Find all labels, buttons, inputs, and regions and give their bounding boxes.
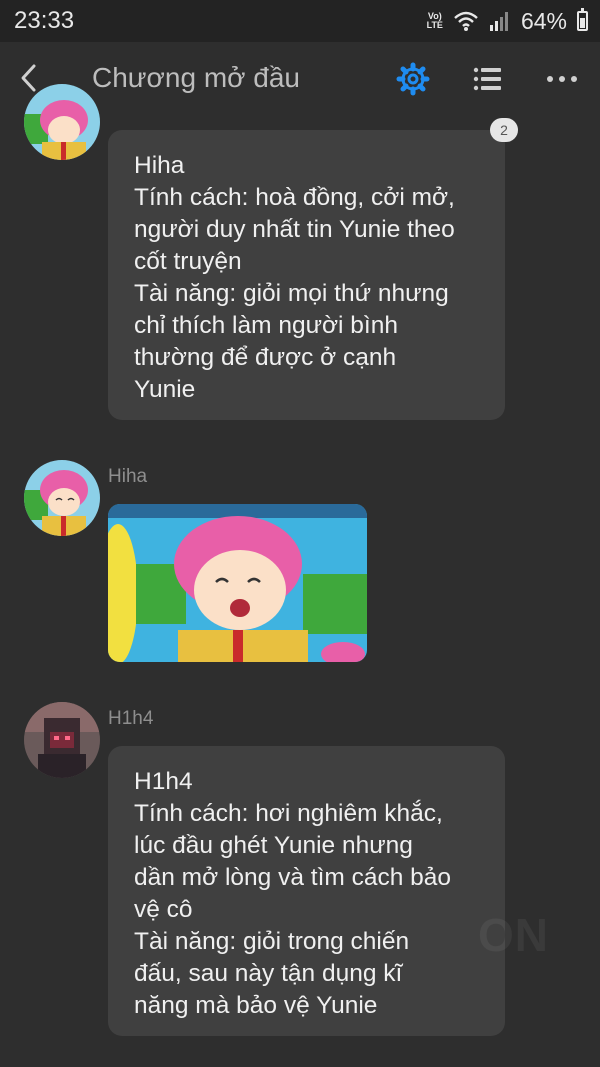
message-line: cốt truyện xyxy=(134,248,242,275)
message-line: vệ cô xyxy=(134,896,193,923)
list-icon[interactable] xyxy=(468,60,506,98)
lte-label: LTE xyxy=(426,20,443,30)
avatar-hiha[interactable] xyxy=(24,84,100,160)
sender-name: H1h4 xyxy=(108,708,154,729)
message-line: Tài năng: giỏi trong chiến xyxy=(134,928,410,955)
status-bar: 23:33 Vo) LTE 64% xyxy=(0,0,600,42)
sender-name: Hiha xyxy=(108,466,148,487)
message-line: chỉ thích làm người bình xyxy=(134,312,398,339)
message-line: người duy nhất tin Yunie theo xyxy=(134,216,455,243)
status-icons: Vo) LTE 64% xyxy=(427,7,588,35)
gear-icon[interactable] xyxy=(394,60,432,98)
signal-icon xyxy=(489,12,508,31)
battery-fill xyxy=(580,17,585,28)
message-line: thường để được ở cạnh xyxy=(134,344,397,371)
battery-percent: 64% xyxy=(520,7,567,34)
volte-indicator: Vo) LTE xyxy=(427,12,443,30)
status-time: 23:33 xyxy=(14,7,75,34)
message-line: năng mà bảo vệ Yunie xyxy=(134,992,378,1019)
more-options-icon[interactable] xyxy=(542,62,582,96)
message-line: Tài năng: giỏi mọi thứ nhưng xyxy=(134,280,449,307)
chat-title: Chương mở đầu xyxy=(92,62,301,93)
message-line: đấu, sau này tận dụng kĩ xyxy=(134,960,403,987)
avatar-h1h4[interactable] xyxy=(24,702,100,778)
message-line: H1h4 xyxy=(134,768,193,795)
message-line: Tính cách: hơi nghiêm khắc, xyxy=(134,800,443,827)
message-line: Yunie xyxy=(134,376,196,403)
message-line: Hiha xyxy=(134,152,185,179)
battery-icon xyxy=(577,8,588,31)
message-line: lúc đầu ghét Yunie nhưng xyxy=(134,832,413,859)
message-line: Tính cách: hoà đồng, cởi mở, xyxy=(134,184,455,211)
wifi-icon xyxy=(454,11,478,31)
message-bubble-1: Hiha Tính cách: hoà đồng, cởi mở, người … xyxy=(108,130,505,420)
watermark: ON xyxy=(478,909,549,961)
read-count-badge: 2 xyxy=(490,118,518,142)
message-image[interactable] xyxy=(108,504,367,662)
avatar-hiha[interactable] xyxy=(24,460,100,536)
message-line: dần mở lòng và tìm cách bảo xyxy=(134,864,452,891)
message-bubble-3: H1h4 Tính cách: hơi nghiêm khắc, lúc đầu… xyxy=(108,746,505,1036)
